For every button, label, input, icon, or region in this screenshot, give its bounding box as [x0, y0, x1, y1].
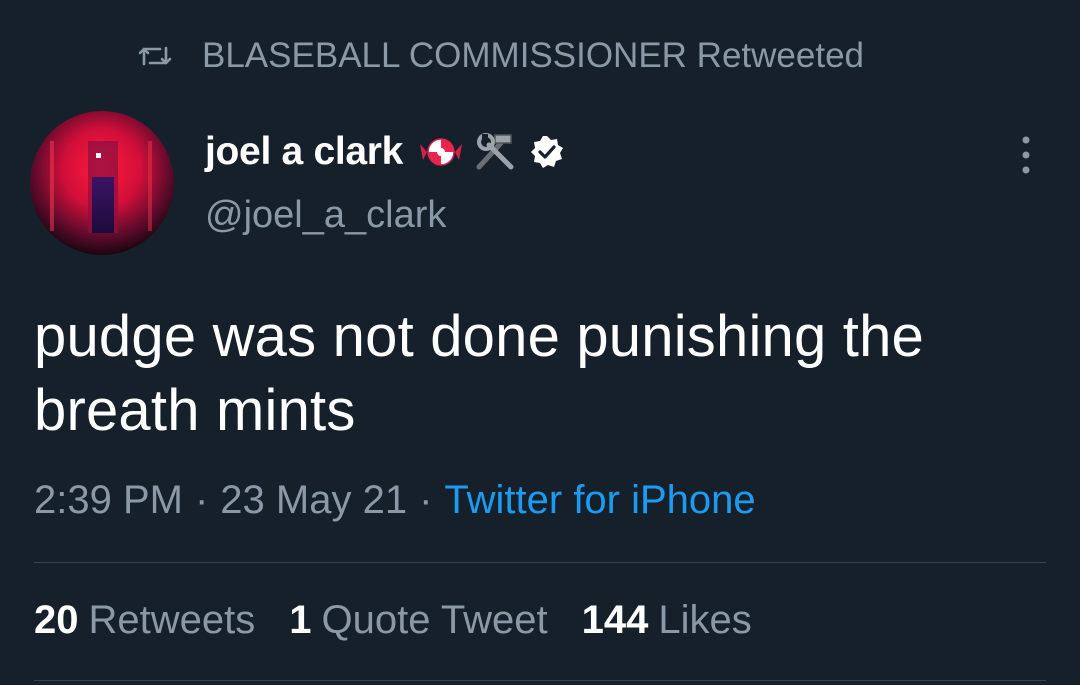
tweet-source-link[interactable]: Twitter for iPhone — [444, 478, 755, 523]
quote-tweets-label: Quote Tweet — [321, 598, 548, 642]
retweets-stat[interactable]: 20 Retweets — [34, 598, 255, 643]
meta-separator: · — [419, 478, 433, 522]
tweet-text: pudge was not done punishing the breath … — [34, 304, 924, 443]
name-row: joel a clark — [205, 124, 565, 180]
retweets-label: Retweets — [88, 598, 256, 642]
retweets-count: 20 — [34, 598, 79, 642]
meta-separator: · — [194, 478, 209, 522]
quote-tweets-stat[interactable]: 1 Quote Tweet — [289, 598, 547, 643]
divider — [34, 680, 1046, 681]
tweet-time[interactable]: 2:39 PM — [34, 478, 183, 523]
retweet-icon — [138, 41, 178, 71]
more-vertical-icon — [1022, 136, 1030, 174]
more-options-button[interactable] — [1006, 130, 1046, 180]
likes-label: Likes — [658, 598, 752, 642]
tweet-date[interactable]: 23 May 21 — [220, 478, 407, 523]
hammer-and-wrench-emoji — [471, 131, 519, 173]
divider — [34, 562, 1046, 563]
retweet-context-text: BLASEBALL COMMISSIONER Retweeted — [202, 36, 865, 75]
avatar[interactable] — [30, 111, 174, 255]
quote-tweets-count: 1 — [289, 598, 312, 642]
likes-stat[interactable]: 144 Likes — [582, 598, 752, 643]
retweet-context[interactable]: BLASEBALL COMMISSIONER Retweeted — [138, 34, 864, 78]
tweet-meta: 2:39 PM · 23 May 21 · Twitter for iPhone — [34, 478, 756, 523]
likes-count: 144 — [581, 598, 649, 642]
tweet-stats: 20 Retweets 1 Quote Tweet 144 Likes — [34, 598, 786, 643]
display-name[interactable]: joel a clark — [205, 130, 403, 174]
candy-emoji — [419, 134, 463, 170]
verified-badge-icon — [529, 134, 565, 170]
author-block: joel a clark @joel_a_clark — [205, 124, 565, 237]
user-handle[interactable]: @joel_a_clark — [205, 194, 565, 237]
